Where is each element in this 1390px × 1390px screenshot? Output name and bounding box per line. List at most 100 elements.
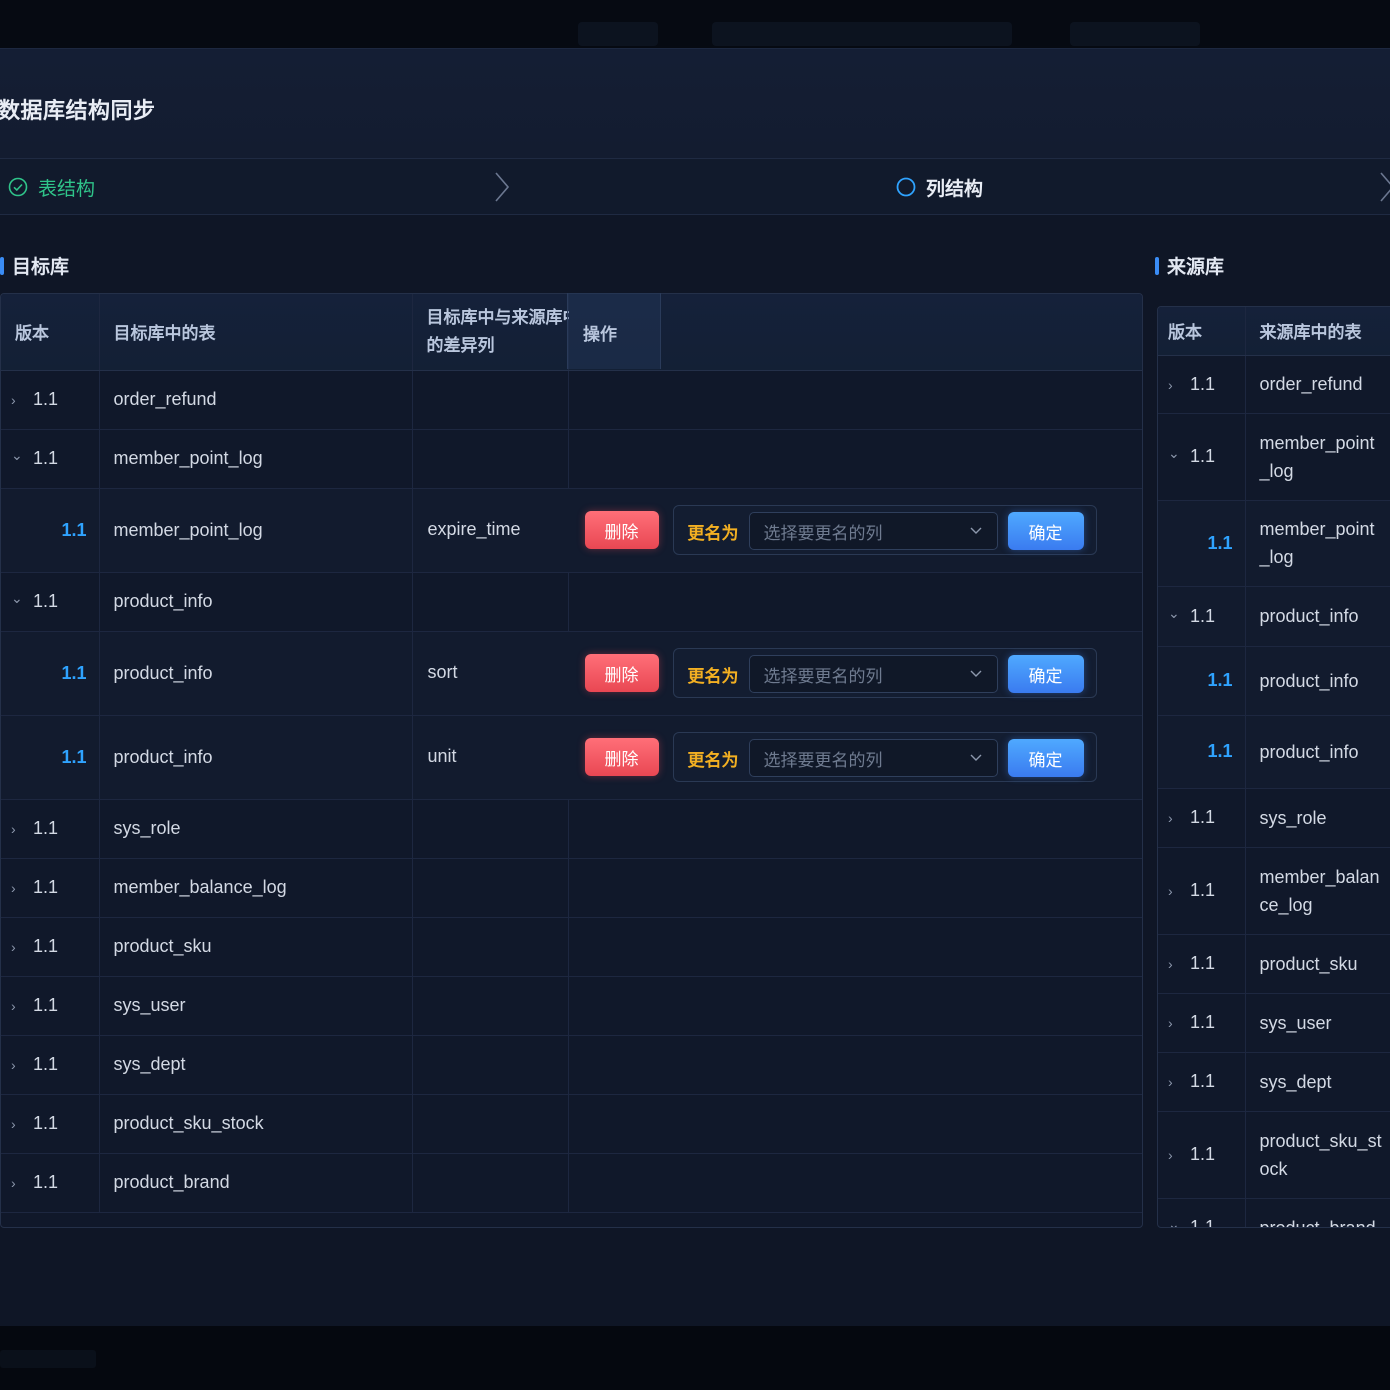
chevron-right-icon[interactable]: › — [11, 1116, 27, 1132]
confirm-button[interactable]: 确定 — [1007, 512, 1084, 550]
target-child-row[interactable]: 1.1 product_info unit 删除 更名为 选择要更名的列 确定 — [1, 715, 1142, 800]
chevron-right-icon[interactable]: › — [11, 998, 27, 1014]
diff-column-cell — [412, 799, 569, 859]
chevron-right-icon[interactable]: › — [11, 392, 27, 408]
steps-bar: 表结构 列结构 — [0, 159, 1390, 215]
chevron-down-icon[interactable]: ⌄ — [11, 590, 27, 607]
chevron-right-icon[interactable]: › — [11, 939, 27, 955]
diff-column-name: expire_time — [427, 519, 521, 539]
target-table-row[interactable]: › 1.1 sys_user — [1, 976, 1142, 1036]
version-text: 1.1 — [33, 1113, 59, 1133]
chevron-right-icon[interactable]: › — [1168, 883, 1184, 899]
rename-column-select[interactable]: 选择要更名的列 — [748, 655, 998, 693]
version-text: 1.1 — [33, 936, 59, 956]
delete-button[interactable]: 删除 — [584, 654, 659, 692]
col-header-table: 目标库中的表 — [99, 294, 413, 371]
topbar-ghost-item — [578, 22, 658, 46]
operation-cell — [568, 976, 1142, 1036]
table-name: product_info — [99, 572, 413, 632]
chevron-down-icon — [970, 527, 981, 534]
chevron-right-icon[interactable]: › — [1168, 377, 1184, 393]
chevron-right-icon[interactable]: › — [11, 880, 27, 896]
version-text: 1.1 — [1190, 807, 1216, 827]
chevron-right-icon[interactable]: › — [1168, 810, 1184, 826]
version-text: 1.1 — [1158, 715, 1246, 789]
delete-button[interactable]: 删除 — [584, 511, 659, 549]
confirm-button[interactable]: 确定 — [1007, 739, 1084, 777]
target-table-row[interactable]: › 1.1 member_balance_log — [1, 858, 1142, 918]
delete-button[interactable]: 删除 — [584, 738, 659, 776]
source-child-row[interactable]: 1.1 product_info — [1158, 646, 1390, 716]
source-table-row[interactable]: › 1.1 sys_role — [1158, 788, 1390, 848]
operation-cell — [568, 1035, 1142, 1095]
target-table-row[interactable]: ⌄ 1.1 product_info — [1, 572, 1142, 632]
source-table-row[interactable]: ⌄ 1.1 product_brand — [1158, 1198, 1390, 1228]
source-table-row[interactable]: › 1.1 sys_dept — [1158, 1052, 1390, 1112]
confirm-button[interactable]: 确定 — [1007, 655, 1084, 693]
version-text: 1.1 — [1, 631, 100, 716]
dialog-header: 数据库结构同步 — [0, 49, 1390, 159]
rename-group: 更名为 选择要更名的列 确定 — [672, 505, 1097, 555]
target-table-row[interactable]: › 1.1 product_brand — [1, 1153, 1142, 1213]
target-table-row[interactable]: › 1.1 sys_dept — [1, 1035, 1142, 1095]
table-name: product_sku_stock — [1245, 1111, 1390, 1199]
source-table-row[interactable]: › 1.1 sys_user — [1158, 993, 1390, 1053]
table-name-line: product_info — [1259, 670, 1359, 691]
diff-column-cell — [412, 572, 569, 632]
diff-column-cell — [412, 858, 569, 918]
chevron-right-icon[interactable]: › — [11, 1057, 27, 1073]
source-db-title: 来源库 — [1155, 252, 1224, 279]
chevron-down-icon[interactable]: ⌄ — [1168, 445, 1184, 462]
source-table-row[interactable]: › 1.1 member_balan ce_log — [1158, 847, 1390, 935]
target-child-row[interactable]: 1.1 product_info sort 删除 更名为 选择要更名的列 确定 — [1, 631, 1142, 716]
chevron-right-icon[interactable]: › — [1168, 956, 1184, 972]
chevron-right-icon[interactable]: › — [1168, 1015, 1184, 1031]
version-text: 1.1 — [33, 818, 59, 838]
target-table-row[interactable]: › 1.1 order_refund — [1, 370, 1142, 430]
table-name-line: product_info — [1259, 606, 1359, 626]
chevron-right-icon[interactable]: › — [1168, 1074, 1184, 1090]
table-name-line: _log — [1259, 547, 1294, 567]
chevron-right-icon[interactable]: › — [11, 821, 27, 837]
step-column-structure[interactable]: 列结构 — [896, 159, 983, 215]
table-name-line: member_point — [1259, 432, 1375, 453]
title-accent-bar — [1155, 256, 1159, 275]
rename-label: 更名为 — [687, 751, 739, 770]
target-table-row[interactable]: ⌄ 1.1 member_point_log — [1, 429, 1142, 489]
chevron-down-icon[interactable]: ⌄ — [1168, 1216, 1184, 1227]
source-table-row[interactable]: › 1.1 product_sku — [1158, 934, 1390, 994]
table-name: sys_role — [1245, 788, 1390, 848]
chevron-down-icon[interactable]: ⌄ — [1168, 605, 1184, 622]
version-text: 1.1 — [1190, 1012, 1216, 1032]
table-name: product_sku_stock — [99, 1094, 413, 1154]
target-table-row[interactable]: › 1.1 sys_role — [1, 799, 1142, 859]
source-child-row[interactable]: 1.1 member_point _log — [1158, 500, 1390, 587]
rename-column-select[interactable]: 选择要更名的列 — [748, 512, 998, 550]
version-text: 1.1 — [1, 715, 100, 800]
source-table-row[interactable]: › 1.1 product_sku_st ock — [1158, 1111, 1390, 1199]
source-db-title-text: 来源库 — [1167, 257, 1225, 278]
source-child-row[interactable]: 1.1 product_info — [1158, 715, 1390, 789]
title-accent-bar — [0, 256, 4, 275]
target-table-row[interactable]: › 1.1 product_sku_stock — [1, 1094, 1142, 1154]
table-name-line: product_brand — [1259, 1217, 1376, 1228]
source-table-row[interactable]: ⌄ 1.1 member_point _log — [1158, 413, 1390, 501]
rename-column-select[interactable]: 选择要更名的列 — [748, 739, 998, 777]
operation-cell — [568, 917, 1142, 977]
top-bar — [0, 0, 1390, 48]
table-name: product_info — [1245, 715, 1390, 789]
version-text: 1.1 — [1, 488, 100, 573]
source-table-row[interactable]: ⌄ 1.1 product_info — [1158, 586, 1390, 647]
table-name: sys_dept — [99, 1035, 413, 1095]
version-text: 1.1 — [1190, 446, 1216, 466]
version-text: 1.1 — [33, 591, 59, 611]
chevron-down-icon[interactable]: ⌄ — [11, 447, 27, 464]
target-table-row[interactable]: › 1.1 product_sku — [1, 917, 1142, 977]
table-name-line: ce_log — [1259, 894, 1313, 915]
target-db-title: 目标库 — [0, 252, 69, 279]
target-child-row[interactable]: 1.1 member_point_log expire_time 删除 更名为 选择要更名… — [1, 488, 1142, 573]
chevron-right-icon[interactable]: › — [11, 1175, 27, 1191]
step-table-structure[interactable]: 表结构 — [8, 159, 95, 215]
source-table-row[interactable]: › 1.1 order_refund — [1158, 355, 1390, 414]
chevron-right-icon[interactable]: › — [1168, 1147, 1184, 1163]
